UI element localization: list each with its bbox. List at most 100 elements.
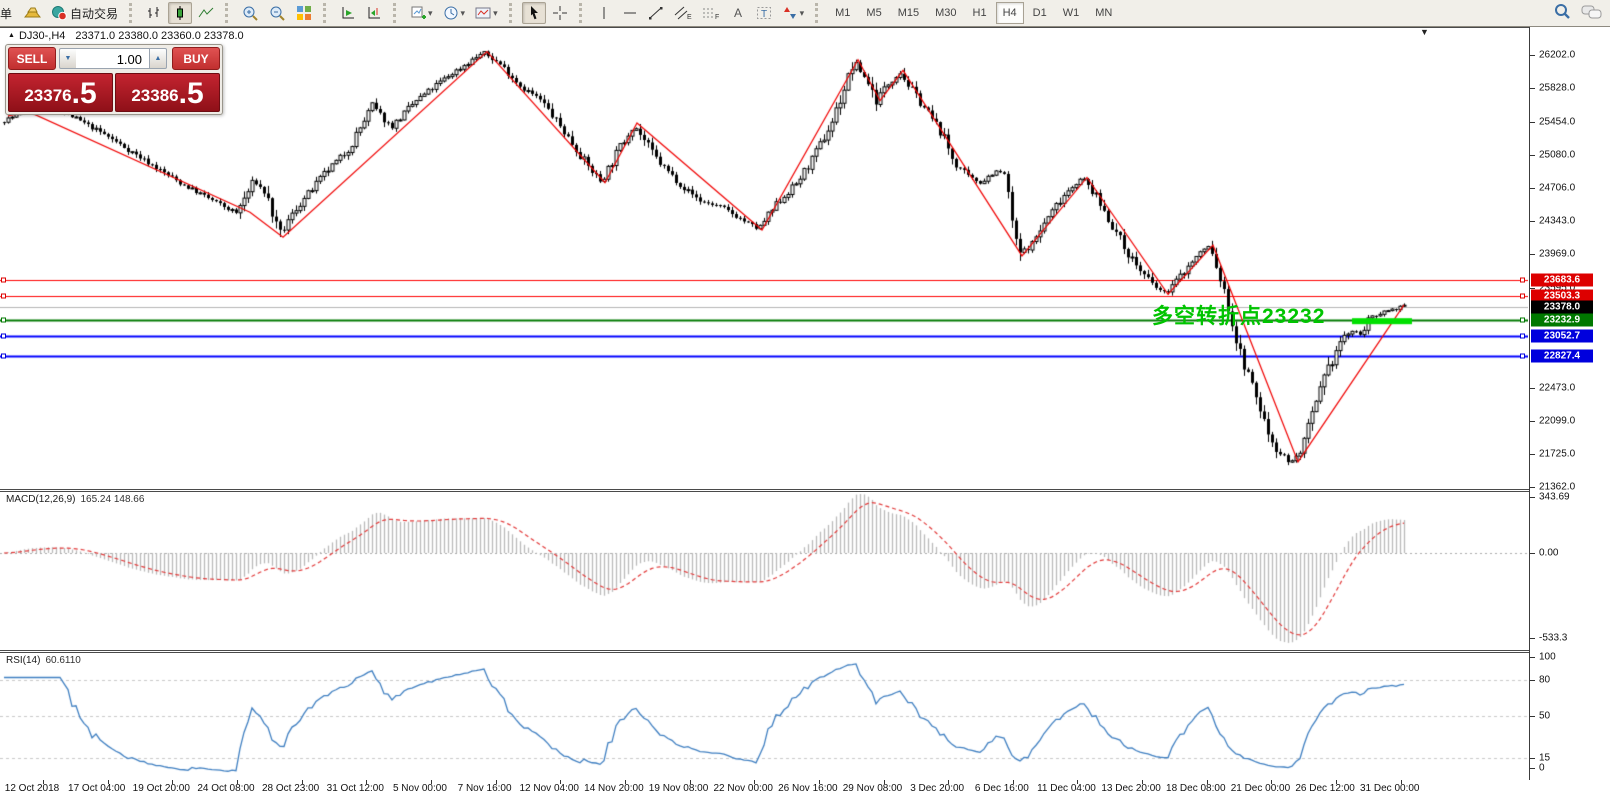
new-chart-icon xyxy=(410,5,426,21)
line-handle[interactable] xyxy=(1,294,6,299)
horizontal-line-tool-button[interactable] xyxy=(618,2,642,24)
time-tick-label: 17 Oct 04:00 xyxy=(68,783,125,794)
toolbar-grip xyxy=(393,3,401,23)
symbol-period-label: DJ30-,H4 xyxy=(19,30,65,42)
time-tick-label: 14 Nov 20:00 xyxy=(584,783,644,794)
volume-decrease-button[interactable]: ▼ xyxy=(59,48,77,69)
auto-scroll-icon xyxy=(340,5,356,21)
channel-tool-button[interactable]: E xyxy=(670,2,696,24)
rsi-label-row: RSI(14)60.6110 xyxy=(6,655,81,666)
macd-axis-label: 343.69 xyxy=(1539,492,1570,503)
price-tick-label: 24706.0 xyxy=(1539,183,1575,194)
line-handle[interactable] xyxy=(1,334,6,339)
line-chart-button[interactable] xyxy=(194,2,218,24)
buy-price-display[interactable]: 23386.5 xyxy=(115,73,220,112)
timeframe-button-m5[interactable]: M5 xyxy=(859,2,888,24)
price-tick-label: 22473.0 xyxy=(1539,383,1575,394)
text-tool-button[interactable]: A xyxy=(726,2,750,24)
toolbar-grip xyxy=(323,3,331,23)
price-tick xyxy=(1530,55,1535,56)
line-handle[interactable] xyxy=(1520,278,1525,283)
timeframe-button-d1[interactable]: D1 xyxy=(1026,2,1054,24)
timeframe-button-mn[interactable]: MN xyxy=(1088,2,1119,24)
volume-input[interactable]: 1.00 xyxy=(76,48,150,69)
sell-price-display[interactable]: 23376.5 xyxy=(8,73,113,112)
vertical-line-tool-button[interactable] xyxy=(592,2,616,24)
spin-up-icon: ▲ xyxy=(155,55,162,62)
trendline-tool-button[interactable] xyxy=(644,2,668,24)
deposit-button[interactable] xyxy=(20,2,45,24)
line-handle[interactable] xyxy=(1520,294,1525,299)
tile-windows-button[interactable] xyxy=(292,2,316,24)
new-order-button[interactable]: 单 xyxy=(0,2,18,24)
zoom-out-button[interactable] xyxy=(265,2,290,24)
crosshair-tool-button[interactable] xyxy=(548,2,572,24)
timeframe-button-m1[interactable]: M1 xyxy=(828,2,857,24)
time-tick-label: 26 Dec 12:00 xyxy=(1295,783,1355,794)
svg-text:F: F xyxy=(715,14,719,21)
time-axis[interactable]: 12 Oct 201817 Oct 04:0019 Oct 20:0024 Oc… xyxy=(0,780,1610,794)
candlestick-chart-button[interactable] xyxy=(168,2,192,24)
autotrading-button[interactable]: 自动交易 xyxy=(47,2,122,24)
time-tick-label: 26 Nov 16:00 xyxy=(778,783,838,794)
templates-button[interactable]: ▾ xyxy=(471,2,502,24)
timeframe-button-h1[interactable]: H1 xyxy=(966,2,994,24)
bar-chart-button[interactable] xyxy=(142,2,166,24)
new-chart-button[interactable]: ▾ xyxy=(406,2,437,24)
time-tick-label: 29 Nov 08:00 xyxy=(843,783,903,794)
mt4-window: 单 自动交易 xyxy=(0,0,1610,794)
indicator-tick xyxy=(1530,497,1535,498)
periods-button[interactable]: ▾ xyxy=(439,2,470,24)
arrows-tool-button[interactable]: ▾ xyxy=(778,2,809,24)
fibonacci-tool-button[interactable]: F xyxy=(698,2,724,24)
toolbar-grip xyxy=(129,3,137,23)
new-order-label: 单 xyxy=(0,5,12,22)
line-handle[interactable] xyxy=(1520,354,1525,359)
time-tick-label: 7 Nov 16:00 xyxy=(458,783,512,794)
tile-windows-icon xyxy=(296,5,312,21)
arrows-icon xyxy=(782,5,798,21)
splitter-line[interactable] xyxy=(0,650,1610,651)
line-handle[interactable] xyxy=(1,278,6,283)
chat-icon xyxy=(1581,3,1603,21)
cursor-tool-button[interactable] xyxy=(522,2,546,24)
timeframe-button-m30[interactable]: M30 xyxy=(928,2,963,24)
splitter-line[interactable] xyxy=(0,489,1610,490)
volume-increase-button[interactable]: ▲ xyxy=(149,48,167,69)
toolbar-grip xyxy=(815,3,823,23)
price-tick-label: 25828.0 xyxy=(1539,83,1575,94)
price-tick xyxy=(1530,122,1535,123)
buy-button[interactable]: BUY xyxy=(172,47,220,70)
time-tick-label: 28 Oct 23:00 xyxy=(262,783,319,794)
line-handle[interactable] xyxy=(1,318,6,323)
chart-annotation-text: 多空转折点23232 xyxy=(1152,300,1325,330)
line-handle[interactable] xyxy=(1,354,6,359)
time-tick-label: 12 Oct 2018 xyxy=(5,783,59,794)
rsi-axis-label: 80 xyxy=(1539,675,1550,686)
price-tick xyxy=(1530,221,1535,222)
splitter-line[interactable] xyxy=(0,491,1610,492)
price-tick xyxy=(1530,454,1535,455)
price-tick xyxy=(1530,155,1535,156)
timeframe-button-w1[interactable]: W1 xyxy=(1056,2,1087,24)
line-handle[interactable] xyxy=(1520,318,1525,323)
chat-button[interactable] xyxy=(1577,1,1607,23)
zoom-in-button[interactable] xyxy=(238,2,263,24)
collapse-arrow-icon[interactable]: ▲ xyxy=(8,32,15,39)
splitter-line[interactable] xyxy=(0,652,1610,653)
sell-button[interactable]: SELL xyxy=(8,47,56,70)
time-tick-label: 11 Dec 04:00 xyxy=(1037,783,1096,794)
timeframe-button-h4[interactable]: H4 xyxy=(996,2,1024,24)
chart-canvas[interactable] xyxy=(0,27,1528,780)
label-tool-button[interactable]: T xyxy=(752,2,776,24)
search-button[interactable] xyxy=(1549,1,1575,23)
price-axis[interactable]: 26202.025828.025454.025080.024706.024343… xyxy=(1529,27,1610,780)
line-handle[interactable] xyxy=(1520,334,1525,339)
auto-scroll-button[interactable] xyxy=(336,2,360,24)
label-tool-icon: T xyxy=(756,5,772,21)
chart-shift-marker-icon[interactable]: ▼ xyxy=(1420,27,1429,37)
chart-shift-button[interactable] xyxy=(362,2,386,24)
bar-chart-icon xyxy=(146,5,162,21)
horizontal-line-icon xyxy=(622,5,638,21)
timeframe-button-m15[interactable]: M15 xyxy=(891,2,926,24)
